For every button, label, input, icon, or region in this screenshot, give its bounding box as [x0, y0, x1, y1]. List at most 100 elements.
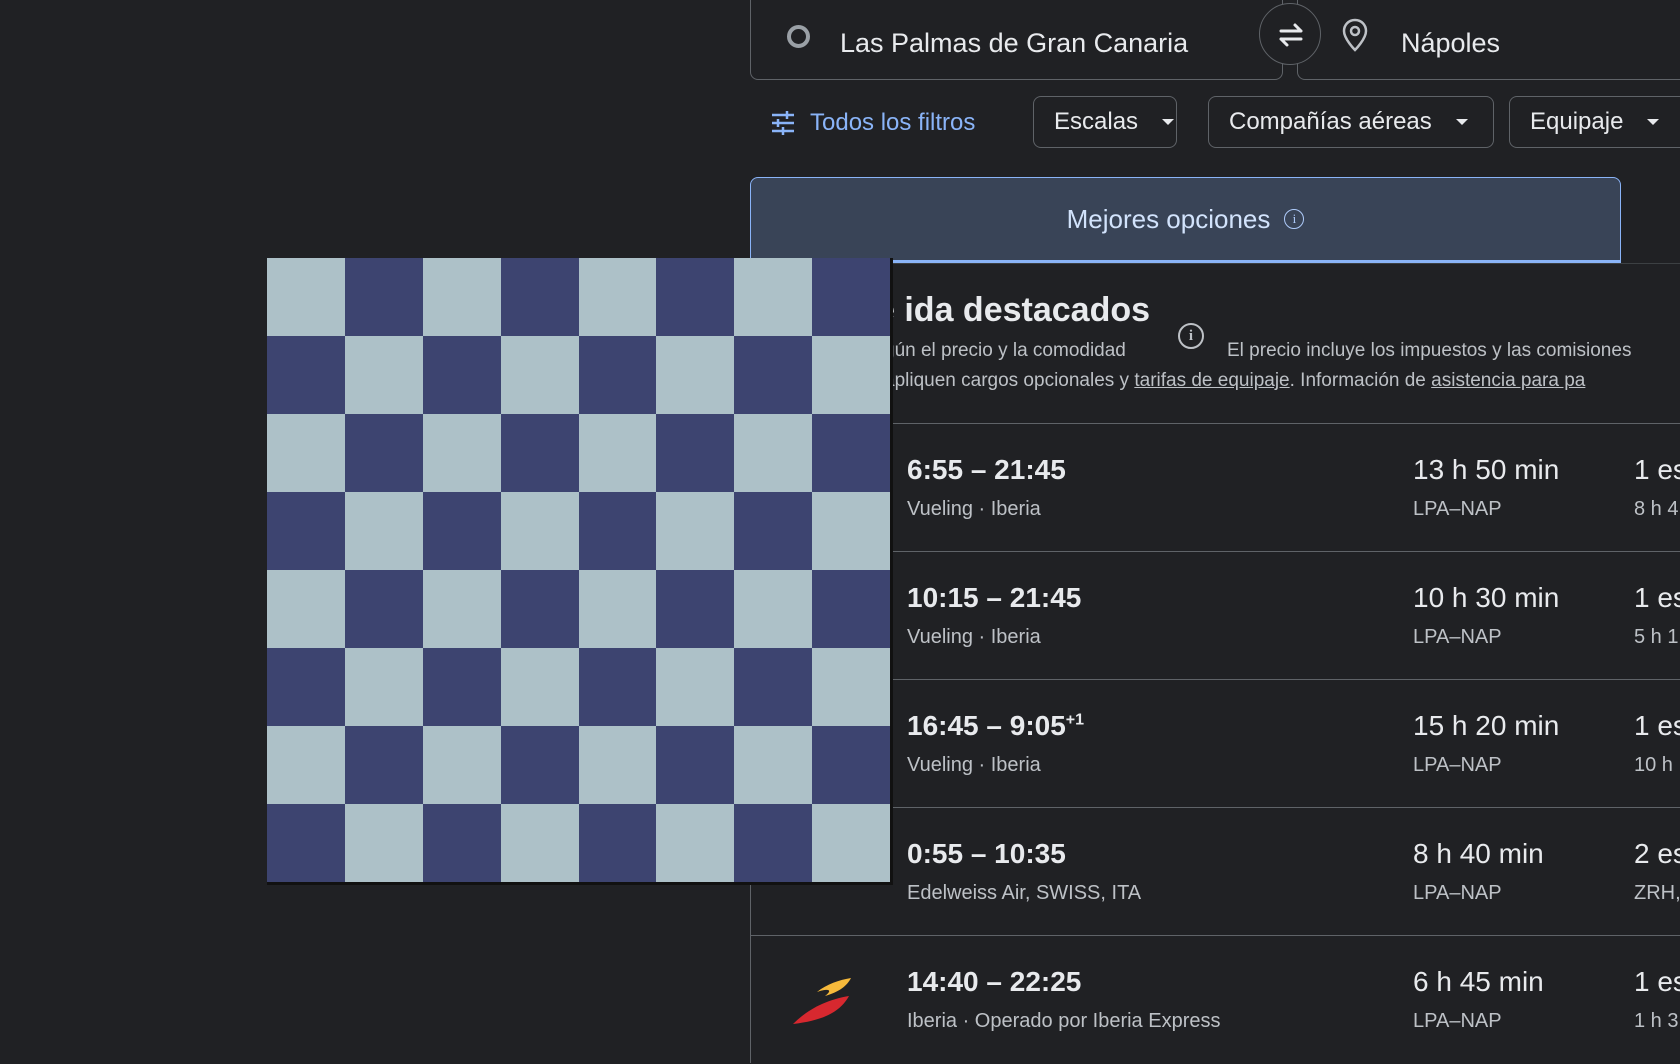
- checker-cell: [734, 804, 813, 882]
- chevron-down-icon: [1647, 119, 1660, 125]
- origin-value: Las Palmas de Gran Canaria: [840, 28, 1189, 58]
- flight-stops: 1 es: [1634, 454, 1680, 485]
- checker-cell: [344, 648, 423, 726]
- checker-cell: [578, 570, 657, 648]
- checker-cell: [734, 336, 813, 414]
- bags-filter-chip[interactable]: Equipaje: [1509, 96, 1680, 148]
- flight-airline: Iberia · Operado por Iberia Express: [907, 1010, 1221, 1032]
- flight-times: 6:55 – 21:45: [907, 454, 1066, 486]
- section-subtitle: gún el precio y la comodidad: [884, 340, 1126, 361]
- checker-cell: [422, 414, 501, 492]
- checker-cell: [578, 258, 657, 336]
- checker-cell: [422, 648, 501, 726]
- checker-cell: [267, 804, 345, 882]
- flight-airline: Vueling · Iberia: [907, 498, 1041, 520]
- flight-stops: 1 es: [1634, 582, 1680, 613]
- checker-cell: [422, 336, 501, 414]
- checker-cell: [344, 258, 423, 336]
- flight-route: LPA–NAP: [1413, 754, 1502, 776]
- flight-stops: 1 es: [1634, 710, 1680, 741]
- checker-cell: [656, 492, 735, 570]
- origin-field[interactable]: Las Palmas de Gran Canaria: [750, 0, 1283, 80]
- checker-cell: [344, 726, 423, 804]
- checker-cell: [812, 570, 890, 648]
- all-filters-label: Todos los filtros: [810, 109, 976, 136]
- checker-cell: [734, 414, 813, 492]
- checker-cell: [734, 648, 813, 726]
- destination-value: Nápoles: [1401, 28, 1501, 58]
- swap-arrows-icon: [1279, 23, 1303, 47]
- info-icon[interactable]: i: [1284, 209, 1305, 229]
- checker-cell: [656, 804, 735, 882]
- checker-cell: [344, 570, 423, 648]
- flight-route: LPA–NAP: [1413, 498, 1502, 520]
- checker-cell: [578, 414, 657, 492]
- flight-time-text: 14:40 – 22:25: [907, 966, 1082, 997]
- origin-circle-icon: [787, 25, 810, 48]
- checker-cell: [422, 492, 501, 570]
- flight-airline: Vueling · Iberia: [907, 754, 1041, 776]
- section-title: e ida destacados: [876, 291, 1151, 329]
- fees-note-mid: . Información de: [1289, 370, 1432, 391]
- checker-cell: [267, 336, 345, 414]
- checker-cell: [656, 570, 735, 648]
- assistance-link[interactable]: asistencia para pa: [1431, 370, 1585, 391]
- checker-cell: [812, 648, 890, 726]
- checker-cell: [500, 726, 579, 804]
- next-day-marker: +1: [1065, 711, 1085, 729]
- flight-time-text: 6:55 – 21:45: [907, 454, 1066, 485]
- flight-times: 10:15 – 21:45: [907, 582, 1081, 614]
- checker-cell: [656, 414, 735, 492]
- checker-cell: [267, 570, 345, 648]
- airlines-filter-chip[interactable]: Compañías aéreas: [1208, 96, 1494, 148]
- checker-cell: [578, 648, 657, 726]
- info-icon[interactable]: i: [1178, 323, 1204, 349]
- tab-best-label: Mejores opciones: [1066, 203, 1271, 234]
- flight-times: 16:45 – 9:05+1: [907, 710, 1084, 742]
- checker-cell: [812, 804, 890, 882]
- checker-cell: [500, 414, 579, 492]
- checker-cell: [812, 414, 890, 492]
- flight-stop-info: 1 h 3: [1634, 1010, 1679, 1032]
- fees-note-text: apliquen cargos opcionales y: [884, 370, 1135, 391]
- flight-stop-info: 10 h: [1634, 754, 1673, 776]
- flight-time-text: 0:55 – 10:35: [907, 838, 1066, 869]
- checker-cell: [578, 804, 657, 882]
- checker-cell: [344, 804, 423, 882]
- stops-chip-label: Escalas: [1054, 108, 1139, 135]
- flight-duration: 10 h 30 min: [1413, 582, 1560, 613]
- tab-best-options[interactable]: Mejores opciones i: [750, 177, 1621, 264]
- checker-cell: [734, 258, 813, 336]
- flight-stop-info: 8 h 4: [1634, 498, 1679, 520]
- destination-field[interactable]: Nápoles: [1297, 0, 1680, 80]
- airlines-chip-label: Compañías aéreas: [1229, 108, 1432, 135]
- flight-times: 0:55 – 10:35: [907, 838, 1066, 870]
- checker-cell: [812, 492, 890, 570]
- checker-cell: [656, 648, 735, 726]
- flight-duration: 13 h 50 min: [1413, 454, 1560, 485]
- checker-cell: [578, 336, 657, 414]
- checker-cell: [812, 258, 890, 336]
- checker-cell: [267, 648, 345, 726]
- swap-button[interactable]: [1259, 3, 1321, 65]
- all-filters-button[interactable]: Todos los filtros: [770, 103, 975, 143]
- checker-cell: [267, 492, 345, 570]
- checker-cell: [344, 336, 423, 414]
- checker-cell: [578, 726, 657, 804]
- flight-row[interactable]: 14:40 – 22:25 Iberia · Operado por Iberi…: [751, 935, 1680, 1064]
- tune-icon: [772, 111, 794, 135]
- baggage-fees-link[interactable]: tarifas de equipaje: [1134, 370, 1289, 391]
- checker-cell: [734, 492, 813, 570]
- bags-chip-label: Equipaje: [1530, 108, 1624, 135]
- stops-filter-chip[interactable]: Escalas: [1033, 96, 1177, 148]
- checker-cell: [500, 336, 579, 414]
- flight-stop-info: ZRH,: [1634, 882, 1680, 904]
- checker-cell: [500, 492, 579, 570]
- flight-airline: Edelweiss Air, SWISS, ITA: [907, 882, 1142, 904]
- checker-cell: [812, 336, 890, 414]
- checker-cell: [812, 726, 890, 804]
- checker-cell: [344, 414, 423, 492]
- checker-cell: [422, 570, 501, 648]
- location-pin-icon: [1342, 18, 1368, 52]
- checker-cell: [267, 414, 345, 492]
